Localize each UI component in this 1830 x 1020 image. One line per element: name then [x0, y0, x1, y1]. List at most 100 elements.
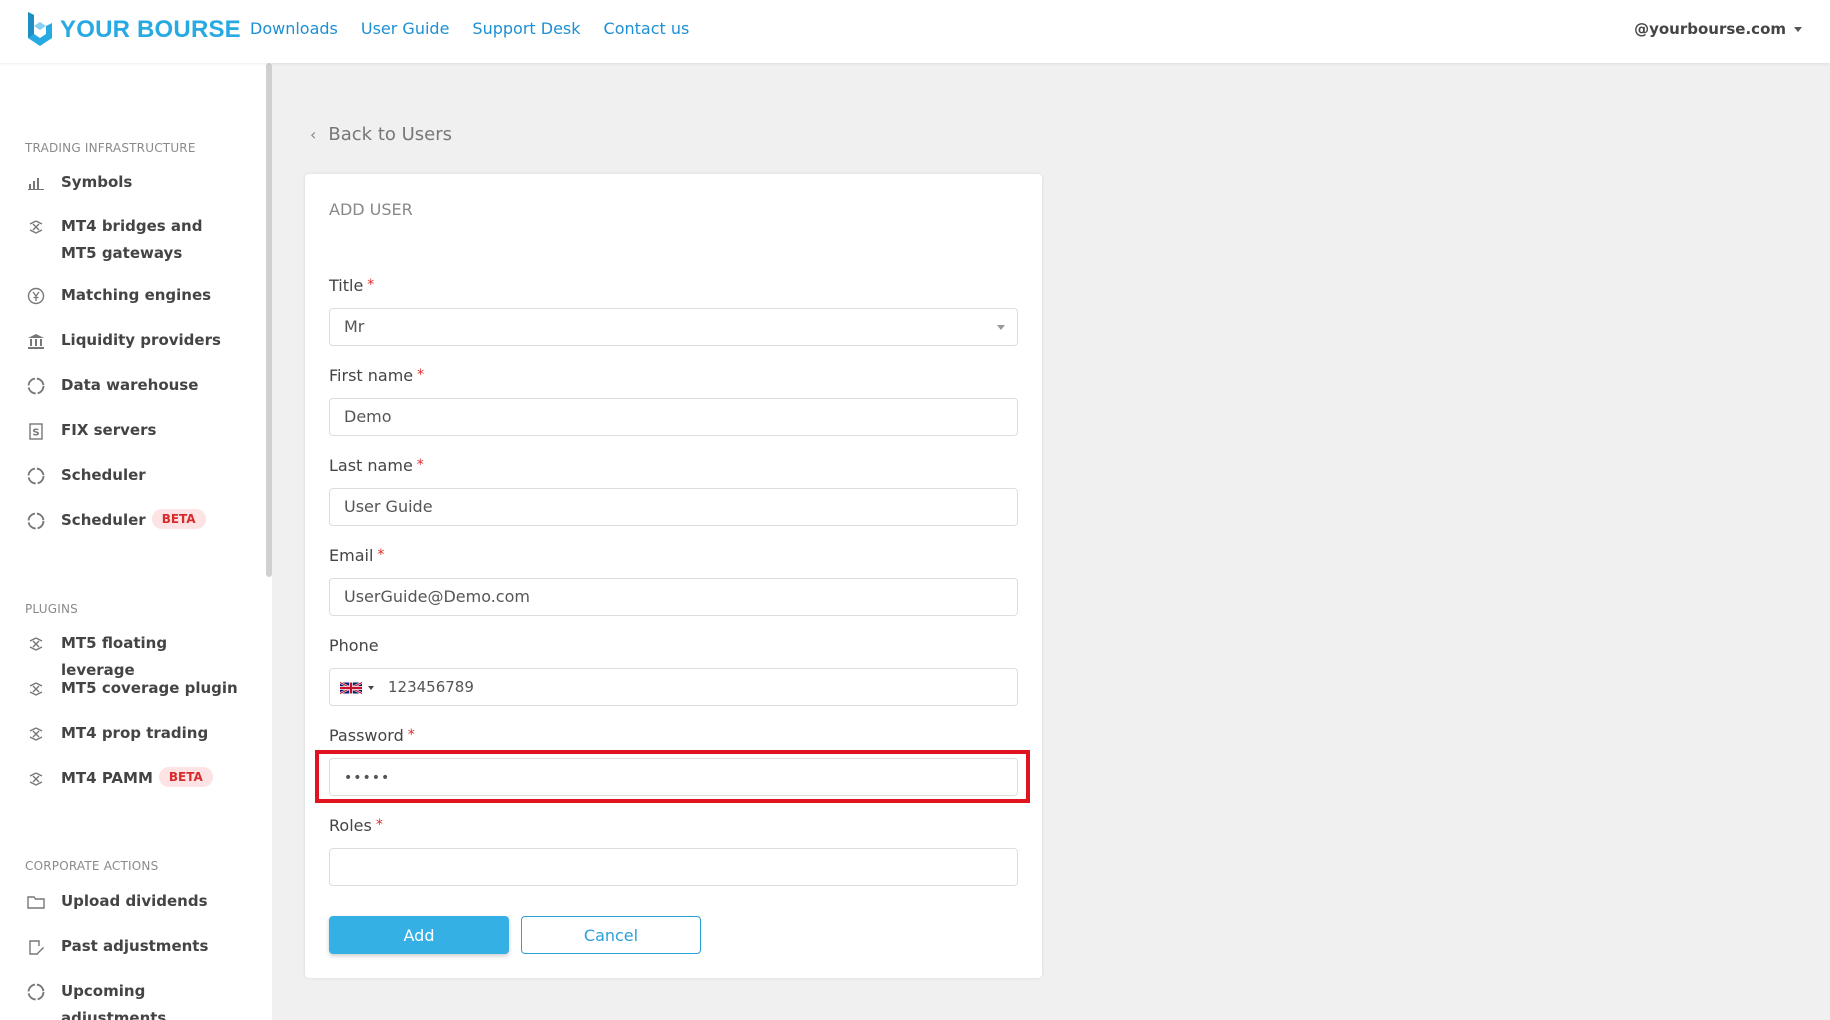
sidebar-item-mt4-prop-trading[interactable]: MT4 prop trading [25, 720, 245, 747]
sidebar-item-mt4-pamm[interactable]: MT4 PAMM BETA [25, 765, 245, 792]
account-email: @yourbourse.com [1634, 20, 1786, 38]
beta-badge: BETA [158, 767, 213, 787]
yen-circle-icon [25, 286, 47, 306]
sidebar-item-label: Upload dividends [61, 892, 208, 910]
folder-icon [25, 892, 47, 912]
title-select[interactable]: Mr [329, 308, 1018, 346]
bridge-icon [25, 679, 47, 699]
sidebar-item-label: MT4 bridges and MT5 gateways [61, 217, 203, 262]
sidebar-item-label: Symbols [61, 173, 133, 191]
sidebar-item-label: Upcoming adjustments [61, 982, 167, 1020]
sidebar-item-scheduler-beta[interactable]: Scheduler BETA [25, 507, 245, 534]
sidebar-item-label: Matching engines [61, 286, 212, 304]
beta-badge: BETA [151, 509, 206, 529]
email-label-text: Email [329, 546, 374, 565]
required-marker: * [377, 547, 385, 563]
roles-label-text: Roles [329, 816, 372, 835]
title-label: Title * [329, 276, 374, 295]
sidebar-item-scheduler[interactable]: Scheduler [25, 462, 245, 489]
sidebar-item-label: Scheduler [61, 466, 146, 484]
bridge-icon [25, 634, 47, 654]
nav-downloads[interactable]: Downloads [250, 19, 338, 38]
password-highlight-box [315, 750, 1030, 803]
circle-icon [25, 982, 47, 1002]
email-input[interactable]: UserGuide@Demo.com [329, 578, 1018, 616]
nav-contact-us[interactable]: Contact us [604, 19, 690, 38]
sidebar-item-fix-servers[interactable]: S FIX servers [25, 417, 245, 444]
card-title: ADD USER [329, 200, 413, 219]
title-label-text: Title [329, 276, 364, 295]
sidebar-item-mt4-bridges[interactable]: MT4 bridges and MT5 gateways [25, 213, 240, 267]
logo-icon [28, 12, 52, 46]
add-button[interactable]: Add [329, 916, 509, 954]
account-menu[interactable]: @yourbourse.com [1634, 20, 1802, 38]
sidebar-item-upload-dividends[interactable]: Upload dividends [25, 888, 245, 915]
back-to-users-link[interactable]: ‹ Back to Users [310, 124, 452, 145]
section-title-corporate-actions: CORPORATE ACTIONS [25, 859, 159, 873]
circle-icon [25, 511, 47, 531]
title-select-value: Mr [344, 317, 365, 336]
svg-text:S: S [32, 427, 39, 438]
section-title-plugins: PLUGINS [25, 602, 78, 616]
email-label: Email * [329, 546, 384, 565]
bar-chart-icon [25, 173, 47, 193]
sidebar-item-matching-engines[interactable]: Matching engines [25, 282, 245, 309]
first-name-label: First name * [329, 366, 424, 385]
nav-user-guide[interactable]: User Guide [361, 19, 450, 38]
sidebar-item-label: MT4 PAMM [61, 769, 153, 787]
back-label: Back to Users [328, 124, 453, 145]
last-name-value: User Guide [344, 497, 433, 516]
sidebar-item-past-adjustments[interactable]: Past adjustments [25, 933, 245, 960]
add-user-card: ADD USER Title * Mr First name * Demo Last… [305, 174, 1042, 978]
sidebar-scrollbar[interactable] [266, 63, 272, 577]
logo-text: YOUR BOURSE [60, 16, 241, 43]
sidebar-item-label: FIX servers [61, 421, 157, 439]
edit-document-icon [25, 937, 47, 957]
circle-icon [25, 376, 47, 396]
bridge-icon [25, 217, 47, 237]
top-navbar: YOUR BOURSE Downloads User Guide Support… [0, 0, 1830, 63]
sidebar-item-label: Liquidity providers [61, 331, 221, 349]
first-name-value: Demo [344, 407, 392, 426]
required-marker: * [417, 367, 425, 383]
document-s-icon: S [25, 421, 47, 441]
email-value: UserGuide@Demo.com [344, 587, 530, 606]
phone-label: Phone [329, 636, 379, 655]
phone-value: 123456789 [388, 678, 474, 696]
sidebar-item-upcoming-adjustments[interactable]: Upcoming adjustments [25, 978, 245, 1020]
password-label: Password * [329, 726, 415, 745]
nav-support-desk[interactable]: Support Desk [472, 19, 580, 38]
uk-flag-icon[interactable] [340, 681, 362, 695]
first-name-input[interactable]: Demo [329, 398, 1018, 436]
sidebar-item-mt5-coverage-plugin[interactable]: MT5 coverage plugin [25, 675, 245, 702]
circle-icon [25, 466, 47, 486]
required-marker: * [375, 817, 383, 833]
sidebar [0, 63, 272, 1020]
sidebar-item-label: Data warehouse [61, 376, 199, 394]
phone-input[interactable]: 123456789 [329, 668, 1018, 706]
last-name-label: Last name * [329, 456, 424, 475]
chevron-left-icon: ‹ [310, 125, 317, 144]
bank-icon [25, 331, 47, 351]
required-marker: * [416, 457, 424, 473]
sidebar-item-liquidity-providers[interactable]: Liquidity providers [25, 327, 245, 354]
chevron-down-icon [997, 325, 1005, 330]
required-marker: * [407, 727, 415, 743]
chevron-down-icon [1794, 26, 1802, 32]
sidebar-item-label: MT5 coverage plugin [61, 679, 238, 697]
roles-input[interactable] [329, 848, 1018, 886]
sidebar-item-label: MT4 prop trading [61, 724, 209, 742]
caret-down-icon[interactable] [368, 686, 374, 690]
cancel-button[interactable]: Cancel [521, 916, 701, 954]
last-name-label-text: Last name [329, 456, 413, 475]
bridge-icon [25, 724, 47, 744]
sidebar-item-data-warehouse[interactable]: Data warehouse [25, 372, 245, 399]
sidebar-item-symbols[interactable]: Symbols [25, 169, 245, 196]
first-name-label-text: First name [329, 366, 414, 385]
sidebar-item-label: Past adjustments [61, 937, 209, 955]
last-name-input[interactable]: User Guide [329, 488, 1018, 526]
password-label-text: Password [329, 726, 404, 745]
logo[interactable]: YOUR BOURSE [26, 12, 241, 48]
phone-label-text: Phone [329, 636, 379, 655]
roles-label: Roles * [329, 816, 383, 835]
